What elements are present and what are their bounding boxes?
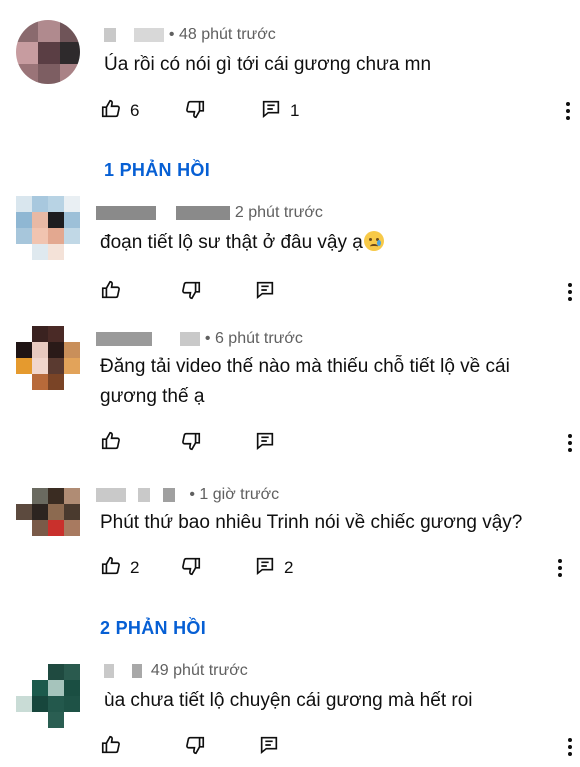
comment-time: 2 phút trước [234,204,323,221]
comment-text: Phút thứ bao nhiêu Trinh nói về chiếc gư… [100,512,523,533]
like-icon [100,279,122,306]
comment-text: đoạn tiết lộ sư thật ở đâu vậy ạ [100,228,540,258]
reply-button[interactable] [258,732,280,762]
dislike-icon [180,430,202,457]
like-count: 2 [130,558,140,577]
like-icon [100,98,122,125]
dislike-icon [184,98,206,125]
comment-actions [100,277,572,307]
username-blurred[interactable] [104,27,116,42]
like-button[interactable] [100,428,122,458]
comment-text: Đăng tải video thế nào mà thiếu chỗ tiết… [100,356,510,407]
reply-count: 1 [290,101,300,120]
reply-button[interactable]: 2 [254,553,293,583]
more-icon[interactable] [562,732,578,762]
reply-button[interactable] [254,277,276,307]
comment-actions: 6 1 [100,96,570,126]
like-button[interactable]: 2 [100,553,139,583]
like-icon [100,734,122,761]
like-button[interactable] [100,732,122,762]
avatar[interactable] [16,488,80,552]
comment-meta: 49 phút trước [104,662,248,680]
dislike-button[interactable] [180,553,202,583]
reply-icon [254,430,276,457]
reply-icon [258,734,280,761]
avatar[interactable] [16,326,80,390]
comment-time: • 6 phút trước [204,330,303,347]
like-count: 6 [130,101,140,120]
comment-time: • 48 phút trước [168,26,276,43]
comment-meta: • 1 giờ trước [96,486,279,504]
reply-icon [260,98,282,125]
comment-actions: 2 2 [100,553,570,583]
more-icon[interactable] [562,428,578,458]
username-blurred[interactable] [96,487,126,502]
more-icon[interactable] [562,277,578,307]
dislike-button[interactable] [180,277,202,307]
reply-button[interactable]: 1 [260,96,299,126]
avatar[interactable] [16,20,80,84]
reply-icon [254,555,276,582]
reply-icon [254,279,276,306]
dislike-button[interactable] [184,732,206,762]
comment-meta: • 6 phút trước [96,330,303,348]
view-replies-button[interactable]: 1 PHẢN HỒI [104,160,210,181]
dislike-icon [180,555,202,582]
comment-meta: 2 phút trước [96,204,323,222]
dislike-button[interactable] [184,96,206,126]
like-button[interactable] [100,277,122,307]
avatar[interactable] [16,196,80,260]
view-replies-button[interactable]: 2 PHẢN HỒI [100,618,206,639]
reply-count: 2 [284,558,294,577]
comment-actions [100,732,572,762]
username-blurred[interactable] [104,663,114,678]
like-icon [100,430,122,457]
comment-meta: • 48 phút trước [104,26,276,44]
username-blurred[interactable] [96,331,152,346]
avatar[interactable] [16,664,80,728]
comment-text: Úa rồi có nói gì tới cái gương chưa mn [104,54,432,75]
like-button[interactable]: 6 [100,96,139,126]
dislike-icon [180,279,202,306]
comment-time: • 1 giờ trước [189,486,280,503]
username-blurred[interactable] [96,205,156,220]
reply-button[interactable] [254,428,276,458]
more-icon[interactable] [560,96,576,126]
comment-actions [100,428,572,458]
dislike-icon [184,734,206,761]
like-icon [100,555,122,582]
comment-text: ùa chưa tiết lộ chuyện cái gương mà hết … [104,690,473,711]
more-icon[interactable] [552,553,568,583]
crying-face-emoji [363,231,384,251]
dislike-button[interactable] [180,428,202,458]
comment-time: 49 phút trước [150,662,248,679]
